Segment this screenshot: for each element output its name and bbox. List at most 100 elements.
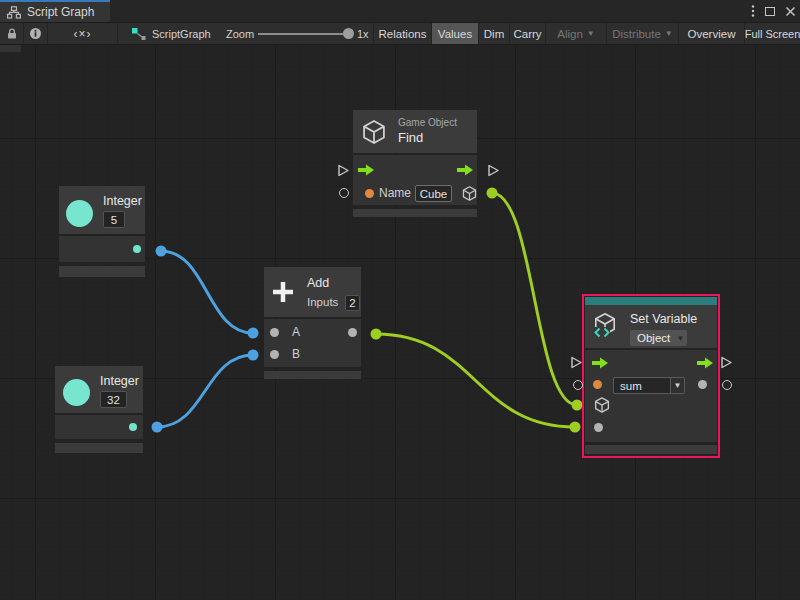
zoom-label: Zoom bbox=[226, 28, 254, 40]
lock-button[interactable] bbox=[0, 23, 24, 44]
wire-find-to-set-variable-object-start[interactable] bbox=[487, 188, 498, 199]
port-label-b: B bbox=[292, 347, 300, 361]
relations-button[interactable]: Relations bbox=[373, 23, 432, 44]
integer-value-field[interactable]: 5 bbox=[103, 211, 125, 228]
input-port-a[interactable] bbox=[270, 328, 279, 337]
zoom-value: 1x bbox=[357, 28, 369, 40]
variable-kind-dropdown[interactable]: Object ▼ bbox=[630, 330, 687, 346]
flow-out-triangle[interactable] bbox=[487, 164, 500, 177]
node-title: Find bbox=[398, 130, 423, 145]
game-object-output-port[interactable] bbox=[461, 185, 478, 202]
tab-script-graph[interactable]: Script Graph bbox=[0, 0, 110, 22]
wire-integer-a-to-add-a-end[interactable] bbox=[248, 328, 259, 339]
node-footer bbox=[353, 209, 477, 217]
script-graph-asset-icon bbox=[131, 26, 147, 42]
code-brackets-icon bbox=[594, 327, 610, 338]
port-circle[interactable] bbox=[339, 188, 349, 198]
node-title: Integer bbox=[100, 374, 139, 388]
graph-canvas[interactable]: Integer 5 Integer 32 bbox=[0, 45, 800, 600]
dropdown-caret-icon: ▼ bbox=[587, 30, 595, 38]
flow-in-triangle[interactable] bbox=[337, 164, 350, 177]
value-input-port[interactable] bbox=[594, 423, 603, 432]
node-footer bbox=[585, 445, 717, 454]
node-integer-a[interactable]: Integer 5 bbox=[59, 186, 145, 277]
zoom-slider-track[interactable] bbox=[258, 33, 348, 35]
maximize-icon[interactable] bbox=[765, 7, 775, 16]
name-input-port[interactable] bbox=[365, 189, 374, 198]
wire-integer-b-to-add-b-end[interactable] bbox=[248, 350, 259, 361]
code-toggle-icon: ‹×› bbox=[74, 27, 92, 41]
node-category: Game Object bbox=[398, 117, 457, 128]
zoom-slider-knob[interactable] bbox=[343, 28, 354, 39]
flow-in-arrow[interactable] bbox=[592, 357, 609, 369]
port-label-a: A bbox=[292, 325, 300, 339]
node-footer bbox=[264, 371, 361, 379]
node-integer-b[interactable]: Integer 32 bbox=[55, 366, 143, 453]
node-footer bbox=[59, 266, 145, 277]
values-button[interactable]: Values bbox=[432, 23, 479, 44]
code-toggle-button[interactable]: ‹×› bbox=[48, 23, 118, 44]
wire-integer-b-to-add-b[interactable] bbox=[157, 355, 253, 427]
integer-icon bbox=[66, 200, 93, 227]
dropdown-caret-icon: ▼ bbox=[670, 378, 684, 393]
canvas-corner-tab bbox=[0, 45, 21, 52]
integer-icon bbox=[63, 379, 90, 406]
fullscreen-button[interactable]: Full Screen bbox=[745, 23, 800, 44]
wire-add-to-set-variable-value-end[interactable] bbox=[570, 422, 581, 433]
flow-in-triangle[interactable] bbox=[570, 356, 583, 369]
flow-out-triangle[interactable] bbox=[720, 356, 733, 369]
dropdown-caret-icon: ▼ bbox=[665, 30, 673, 38]
name-value-field[interactable]: Cube bbox=[415, 185, 452, 202]
node-find[interactable]: Game Object Find Name Cube bbox=[353, 110, 477, 217]
output-port[interactable] bbox=[133, 245, 141, 253]
dim-button[interactable]: Dim bbox=[479, 23, 510, 44]
align-button[interactable]: Align▼ bbox=[546, 23, 607, 44]
overview-button[interactable]: Overview bbox=[679, 23, 745, 44]
flow-out-arrow[interactable] bbox=[697, 357, 714, 369]
node-title: Set Variable bbox=[630, 312, 697, 326]
integer-value-field[interactable]: 32 bbox=[100, 391, 127, 408]
dropdown-caret-icon: ▼ bbox=[674, 334, 687, 343]
wire-add-to-set-variable-value-start[interactable] bbox=[371, 329, 382, 340]
add-icon bbox=[270, 279, 296, 305]
node-footer bbox=[55, 443, 143, 453]
carry-button[interactable]: Carry bbox=[510, 23, 546, 44]
wire-integer-a-to-add-a[interactable] bbox=[161, 251, 253, 333]
output-port[interactable] bbox=[129, 423, 137, 431]
wire-find-to-set-variable-object-end[interactable] bbox=[572, 400, 583, 411]
output-value-port[interactable] bbox=[698, 380, 707, 389]
output-port[interactable] bbox=[348, 328, 357, 337]
variable-kind-strip bbox=[585, 297, 717, 305]
variable-name-port[interactable] bbox=[593, 380, 602, 389]
port-circle[interactable] bbox=[573, 380, 583, 390]
port-circle[interactable] bbox=[722, 380, 732, 390]
wire-integer-a-to-add-a-start[interactable] bbox=[156, 246, 167, 257]
title-bar: Script Graph bbox=[0, 0, 800, 22]
distribute-button[interactable]: Distribute▼ bbox=[607, 23, 679, 44]
node-title: Integer bbox=[103, 194, 142, 208]
info-icon bbox=[29, 27, 42, 40]
flow-in-arrow[interactable] bbox=[358, 164, 375, 176]
wire-find-to-set-variable-object[interactable] bbox=[492, 193, 577, 405]
lock-icon bbox=[6, 27, 18, 40]
wire-integer-b-to-add-b-start[interactable] bbox=[152, 422, 163, 433]
input-port-b[interactable] bbox=[270, 350, 279, 359]
variable-name-select[interactable]: sum ▼ bbox=[613, 377, 685, 394]
info-button[interactable] bbox=[24, 23, 48, 44]
toolbar: ‹×› ScriptGraph Zoom 1x Relations Values… bbox=[0, 22, 800, 45]
more-vertical-icon[interactable] bbox=[751, 4, 755, 18]
script-graph-window: Script Graph ‹×› bbox=[0, 0, 800, 600]
inputs-count-field[interactable]: 2 bbox=[345, 295, 360, 311]
tab-title: Script Graph bbox=[27, 5, 94, 19]
node-add[interactable]: Add Inputs 2 A B bbox=[264, 267, 361, 379]
object-input-port[interactable] bbox=[593, 396, 611, 414]
node-set-variable[interactable]: Set Variable Object ▼ sum ▼ bbox=[582, 294, 720, 458]
close-icon[interactable] bbox=[785, 6, 796, 17]
game-object-cube-icon bbox=[360, 118, 388, 146]
asset-name[interactable]: ScriptGraph bbox=[152, 28, 211, 40]
flow-out-arrow[interactable] bbox=[457, 164, 474, 176]
node-title: Add bbox=[307, 276, 329, 290]
graph-hierarchy-icon bbox=[7, 6, 21, 19]
name-label: Name bbox=[379, 186, 411, 200]
inputs-label: Inputs bbox=[307, 296, 338, 308]
